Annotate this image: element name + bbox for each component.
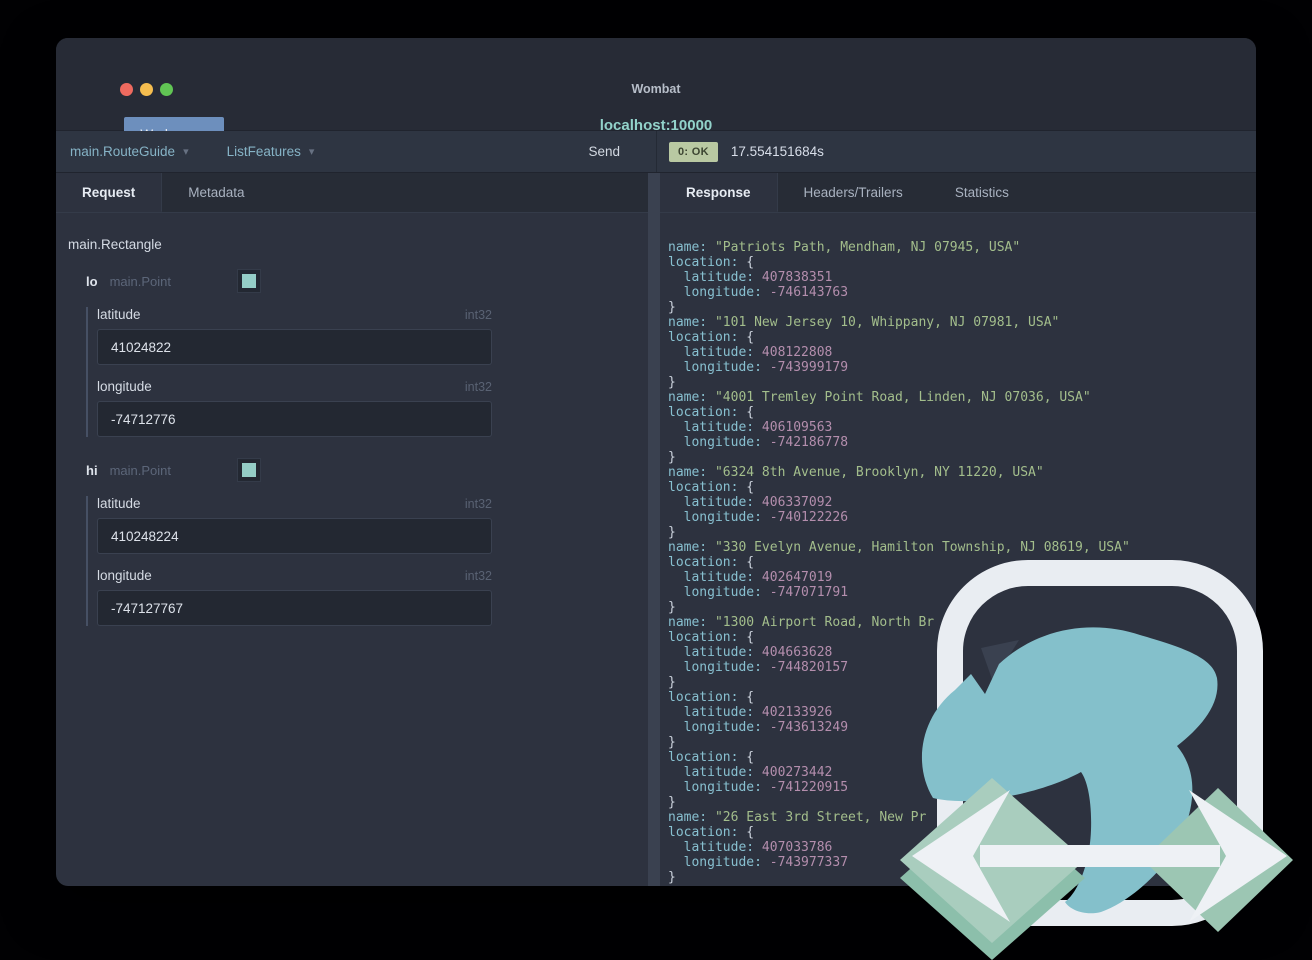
app-window: Wombat Workspace localhost:10000 ready m… bbox=[56, 38, 1256, 886]
response-line: longitude: -746143763 bbox=[668, 285, 849, 300]
send-button[interactable]: Send bbox=[588, 144, 620, 159]
response-line: name: "26 East 3rd Street, New Pr bbox=[668, 810, 927, 825]
field-label: latitude bbox=[97, 496, 141, 511]
tab-request[interactable]: Request bbox=[56, 173, 163, 212]
group-body-lo: latitude int32 longitude int32 bbox=[86, 307, 648, 437]
response-line: name: "4001 Tremley Point Road, Linden, … bbox=[668, 390, 1091, 405]
response-line: location: { bbox=[668, 750, 755, 765]
response-line: location: { bbox=[668, 405, 755, 420]
call-duration: 17.554151684s bbox=[730, 144, 824, 159]
method-select[interactable]: ListFeatures bbox=[227, 144, 301, 159]
response-line: location: { bbox=[668, 255, 755, 270]
response-body[interactable]: name: "Patriots Path, Mendham, NJ 07945,… bbox=[668, 240, 1130, 885]
response-line: name: "330 Evelyn Avenue, Hamilton Towns… bbox=[668, 540, 1130, 555]
checkbox-checked-icon bbox=[241, 463, 256, 477]
field-group-lo: lo main.Point bbox=[86, 269, 648, 293]
field-label: longitude bbox=[97, 379, 152, 394]
response-line: location: { bbox=[668, 330, 755, 345]
service-select[interactable]: main.RouteGuide bbox=[70, 144, 175, 159]
response-line: latitude: 402133926 bbox=[668, 705, 833, 720]
response-line: } bbox=[668, 675, 676, 690]
response-line: latitude: 406337092 bbox=[668, 495, 833, 510]
chevron-down-icon[interactable]: ▾ bbox=[309, 145, 315, 158]
response-line: longitude: -744820157 bbox=[668, 660, 849, 675]
field-group-hi: hi main.Point bbox=[86, 458, 648, 482]
response-line: latitude: 408122808 bbox=[668, 345, 833, 360]
response-tabs: Response Headers/Trailers Statistics bbox=[660, 173, 1256, 213]
response-line: longitude: -743977337 bbox=[668, 855, 849, 870]
response-line: latitude: 407033786 bbox=[668, 840, 833, 855]
field-label: latitude bbox=[97, 307, 141, 322]
response-line: longitude: -741220915 bbox=[668, 780, 849, 795]
tab-statistics[interactable]: Statistics bbox=[929, 173, 1035, 212]
response-line: } bbox=[668, 450, 676, 465]
title-bar: Wombat Workspace localhost:10000 ready bbox=[56, 38, 1256, 151]
response-line: } bbox=[668, 870, 676, 885]
response-line: name: "101 New Jersey 10, Whippany, NJ 0… bbox=[668, 315, 1060, 330]
response-panel: name: "Patriots Path, Mendham, NJ 07945,… bbox=[660, 213, 1256, 886]
response-line: longitude: -743613249 bbox=[668, 720, 849, 735]
latitude-input[interactable] bbox=[97, 518, 492, 554]
group-name: hi bbox=[86, 462, 98, 478]
message-type-label: main.Rectangle bbox=[68, 237, 162, 252]
response-line: } bbox=[668, 735, 676, 750]
longitude-input[interactable] bbox=[97, 401, 492, 437]
response-line: location: { bbox=[668, 630, 755, 645]
method-bar: main.RouteGuide ▾ ListFeatures ▾ Send 0:… bbox=[56, 131, 1256, 173]
status-badge: 0: OK bbox=[669, 141, 718, 162]
response-line: } bbox=[668, 375, 676, 390]
method-selectors: main.RouteGuide ▾ ListFeatures ▾ Send bbox=[56, 131, 657, 172]
response-line: latitude: 404663628 bbox=[668, 645, 833, 660]
tab-headers-trailers[interactable]: Headers/Trailers bbox=[778, 173, 929, 212]
response-line: } bbox=[668, 525, 676, 540]
field-type: int32 bbox=[464, 497, 492, 511]
tab-metadata[interactable]: Metadata bbox=[162, 173, 270, 212]
checkbox-checked-icon bbox=[241, 274, 256, 288]
response-line: location: { bbox=[668, 825, 755, 840]
group-body-hi: latitude int32 longitude int32 bbox=[86, 496, 648, 626]
longitude-input[interactable] bbox=[97, 590, 492, 626]
chevron-down-icon[interactable]: ▾ bbox=[183, 145, 189, 158]
field-type: int32 bbox=[464, 308, 492, 322]
response-line: location: { bbox=[668, 480, 755, 495]
response-line: location: { bbox=[668, 690, 755, 705]
panel-divider[interactable] bbox=[648, 173, 660, 886]
call-status-bar: 0: OK 17.554151684s bbox=[657, 131, 1256, 172]
group-checkbox[interactable] bbox=[236, 269, 261, 293]
response-line: longitude: -747071791 bbox=[668, 585, 849, 600]
group-name: lo bbox=[86, 273, 98, 289]
field-type: int32 bbox=[464, 380, 492, 394]
window-title: Wombat bbox=[631, 82, 681, 96]
response-line: latitude: 400273442 bbox=[668, 765, 833, 780]
tab-response[interactable]: Response bbox=[660, 173, 778, 212]
field-label: longitude bbox=[97, 568, 152, 583]
response-line: longitude: -740122226 bbox=[668, 510, 849, 525]
response-line: } bbox=[668, 600, 676, 615]
group-checkbox[interactable] bbox=[236, 458, 261, 482]
response-line: latitude: 407838351 bbox=[668, 270, 833, 285]
response-line: } bbox=[668, 300, 676, 315]
response-line: longitude: -742186778 bbox=[668, 435, 849, 450]
response-line: location: { bbox=[668, 555, 755, 570]
response-line: name: "Patriots Path, Mendham, NJ 07945,… bbox=[668, 240, 1021, 255]
request-tabs: Request Metadata bbox=[56, 173, 648, 213]
response-line: name: "6324 8th Avenue, Brooklyn, NY 112… bbox=[668, 465, 1044, 480]
group-type: main.Point bbox=[109, 462, 171, 478]
group-type: main.Point bbox=[109, 273, 171, 289]
request-panel: main.Rectangle lo main.Point latitude in… bbox=[56, 213, 648, 886]
response-line: } bbox=[668, 795, 676, 810]
response-line: longitude: -743999179 bbox=[668, 360, 849, 375]
response-line: name: "1300 Airport Road, North Br bbox=[668, 615, 935, 630]
response-line: latitude: 402647019 bbox=[668, 570, 833, 585]
field-type: int32 bbox=[464, 569, 492, 583]
response-line: latitude: 406109563 bbox=[668, 420, 833, 435]
latitude-input[interactable] bbox=[97, 329, 492, 365]
